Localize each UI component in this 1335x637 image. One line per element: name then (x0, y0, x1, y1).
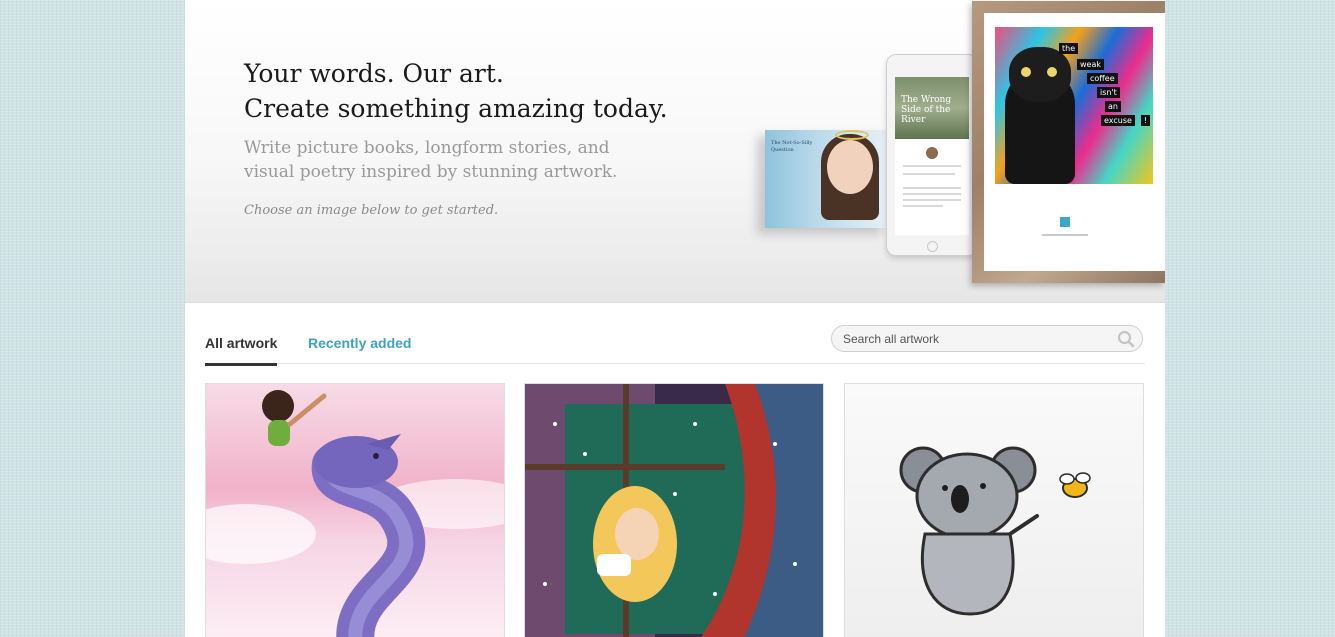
text-line (903, 199, 961, 201)
poem-word: coffee (1087, 73, 1118, 84)
illustration-halo (835, 130, 869, 140)
artwork-card[interactable] (205, 383, 505, 637)
text-line (903, 193, 961, 195)
dragon-artwork-image (206, 390, 504, 637)
framed-artwork: the weak coffee isn't an excuse ! (995, 27, 1153, 184)
hero-call-to-action: Choose an image below to get started. (244, 203, 499, 218)
tab-recently-added[interactable]: Recently added (308, 335, 411, 351)
story-cover-image: The Wrong Side of the River (895, 77, 969, 139)
window-artwork-image (525, 384, 823, 637)
hero-subtitle: Write picture books, longform stories, a… (244, 138, 618, 182)
cat-head (1009, 47, 1071, 102)
logo-mark (1060, 217, 1070, 227)
story-title: The Wrong Side of the River (901, 95, 952, 125)
artwork-tabs: All artwork Recently added (205, 322, 1145, 366)
text-line (903, 165, 961, 167)
tablet-home-button (927, 241, 938, 252)
tablet-screen: The Wrong Side of the River (895, 77, 969, 235)
text-line (903, 187, 961, 189)
search-icon[interactable] (1117, 330, 1135, 348)
hero-title: Your words. Our art. Create something am… (244, 56, 668, 126)
book-title: The Not-So-Silly Question (771, 140, 813, 153)
poem-word: an (1105, 101, 1121, 112)
illustration-face (827, 140, 873, 194)
hero-title-line-1: Your words. Our art. (244, 59, 504, 88)
poem-word: excuse (1101, 115, 1135, 126)
artwork-card[interactable] (844, 383, 1144, 637)
signature-line (1042, 234, 1088, 236)
hero-title-line-2: Create something amazing today. (244, 94, 668, 123)
search-input[interactable] (831, 325, 1143, 352)
cat-eye (1047, 67, 1057, 77)
cat-eye (1021, 67, 1031, 77)
author-avatar (926, 147, 938, 159)
hero-banner: Your words. Our art. Create something am… (185, 0, 1165, 303)
poem-word: weak (1077, 59, 1104, 70)
picture-book-mockup: The Not-So-Silly Question (765, 130, 889, 228)
koala-artwork-image (899, 446, 1091, 616)
text-line (903, 173, 955, 175)
text-line (903, 205, 943, 207)
page-container: Your words. Our art. Create something am… (185, 0, 1165, 637)
framed-print-mockup: the weak coffee isn't an excuse ! (972, 1, 1165, 283)
poem-word: the (1059, 43, 1079, 54)
artwork-card[interactable] (524, 383, 824, 637)
poem-word: ! (1141, 115, 1151, 126)
poem-word: isn't (1097, 87, 1120, 98)
tablet-mockup: The Wrong Side of the River (886, 54, 978, 256)
tab-all-artwork[interactable]: All artwork (205, 335, 278, 366)
